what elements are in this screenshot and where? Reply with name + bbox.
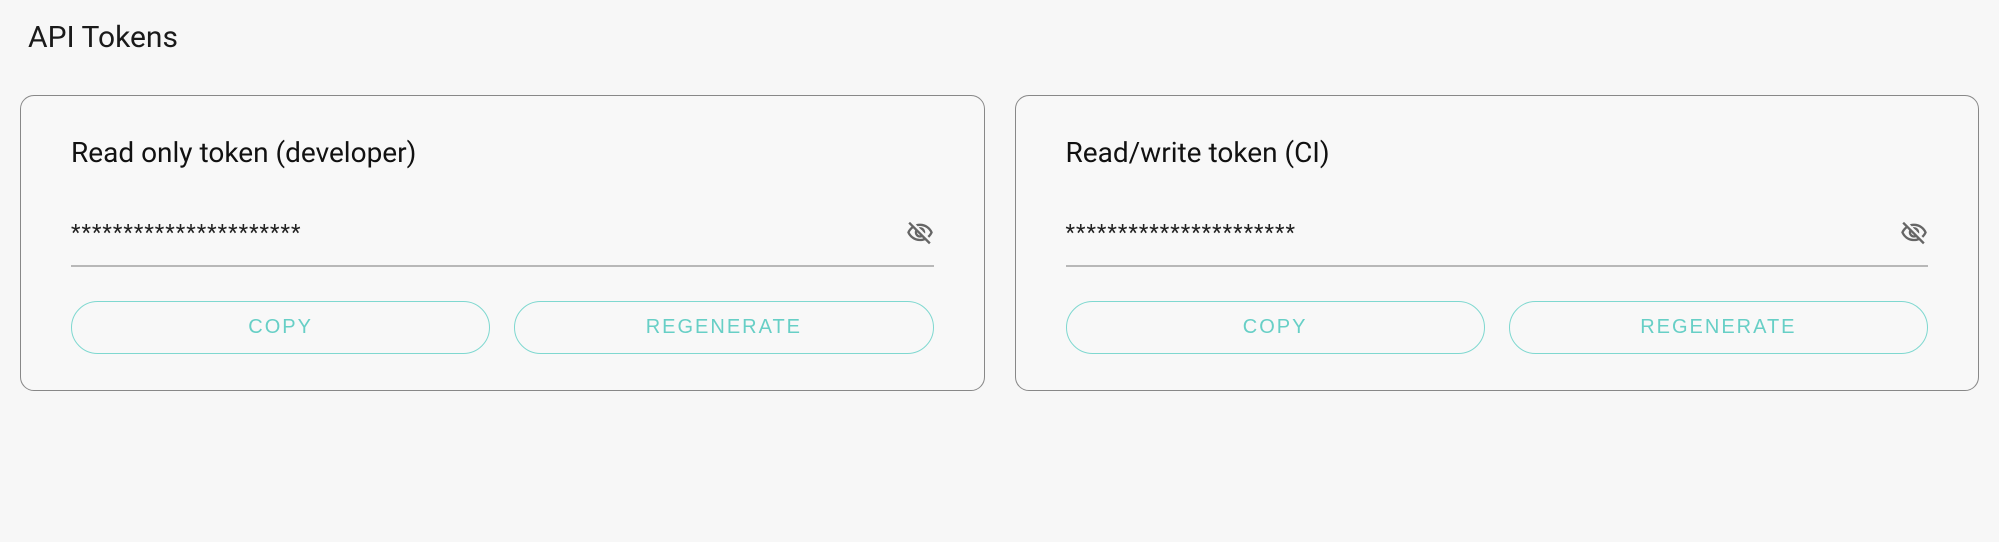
token-card-read-write: Read/write token (CI) ******************… — [1015, 95, 1980, 391]
regenerate-button[interactable]: REGENERATE — [514, 301, 933, 354]
token-button-row: COPY REGENERATE — [71, 301, 934, 354]
token-masked-value: ********************** — [1066, 221, 1296, 246]
copy-button[interactable]: COPY — [71, 301, 490, 354]
token-button-row: COPY REGENERATE — [1066, 301, 1929, 354]
page-title: API Tokens — [28, 20, 1979, 55]
token-card-title: Read/write token (CI) — [1066, 136, 1929, 169]
token-field: ********************** — [71, 219, 934, 267]
visibility-off-icon[interactable] — [906, 219, 934, 247]
token-card-title: Read only token (developer) — [71, 136, 934, 169]
token-card-read-only: Read only token (developer) ************… — [20, 95, 985, 391]
copy-button[interactable]: COPY — [1066, 301, 1485, 354]
token-masked-value: ********************** — [71, 221, 301, 246]
visibility-off-icon[interactable] — [1900, 219, 1928, 247]
regenerate-button[interactable]: REGENERATE — [1509, 301, 1928, 354]
token-field: ********************** — [1066, 219, 1929, 267]
token-cards-row: Read only token (developer) ************… — [20, 95, 1979, 391]
